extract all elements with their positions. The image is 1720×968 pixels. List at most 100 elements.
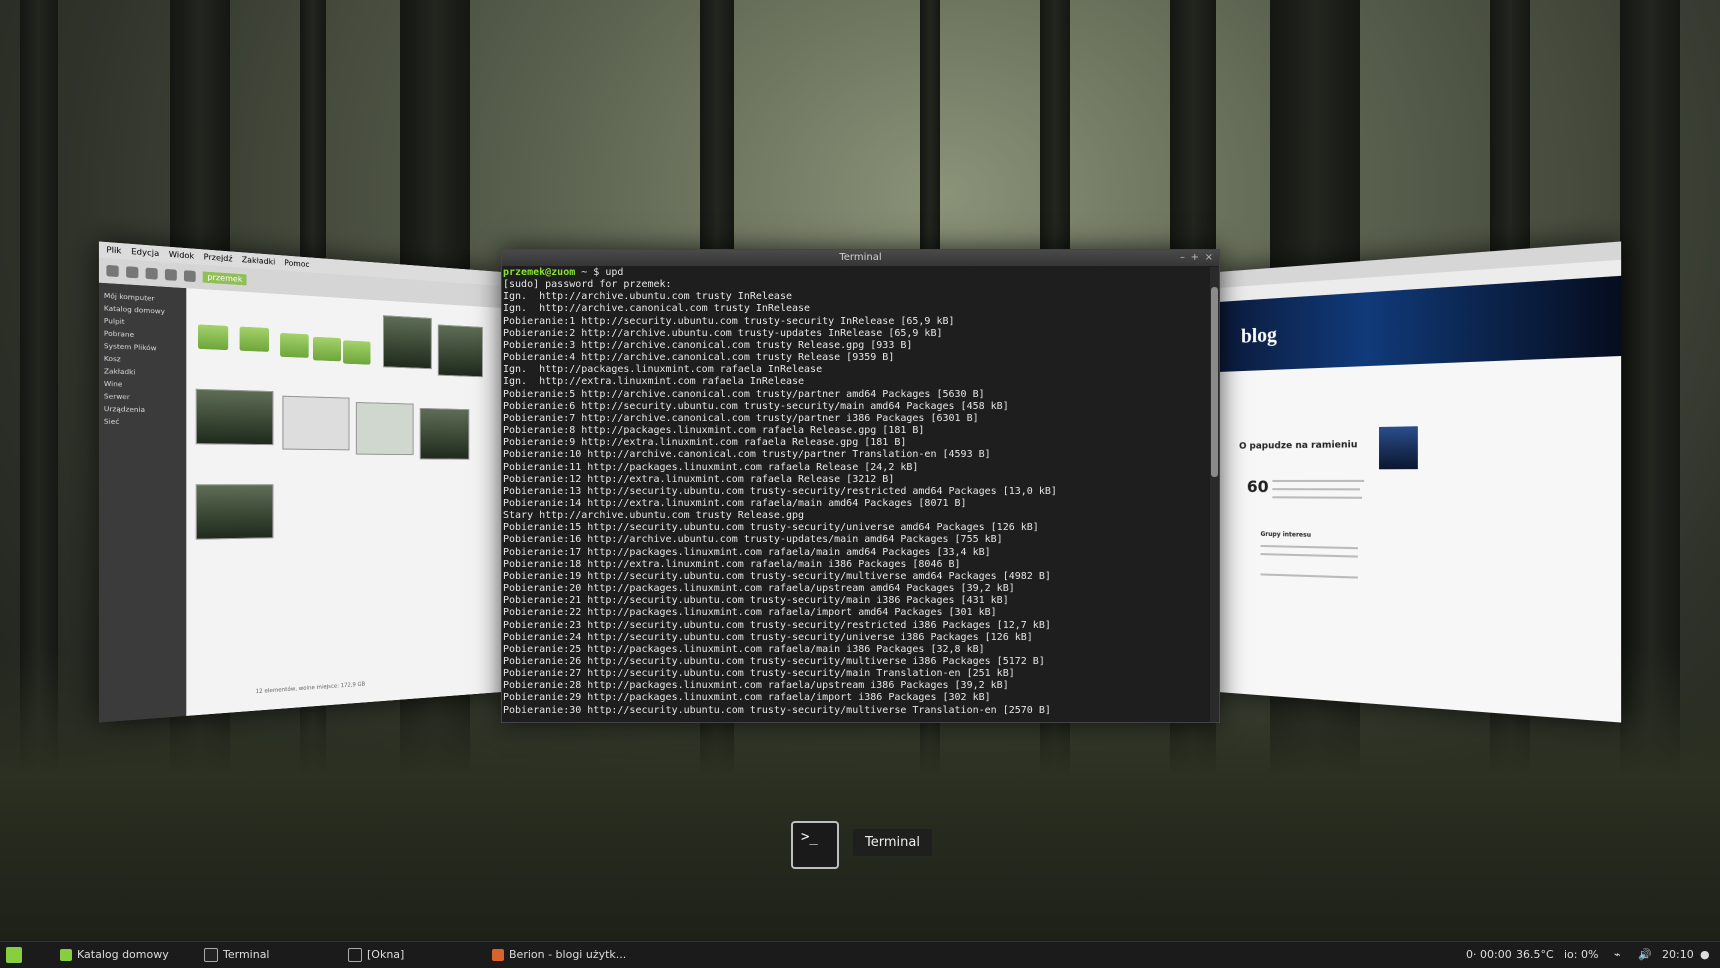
terminal-line: Pobieranie:16 http://archive.ubuntu.com … [503, 534, 1003, 546]
io-usage: io: 0% [1564, 948, 1599, 961]
fm-menu-item[interactable]: Edycja [131, 247, 159, 258]
switcher-label: Terminal [853, 829, 932, 856]
fm-menu-item[interactable]: Widok [169, 250, 194, 261]
taskbar-item-label: Terminal [223, 948, 270, 961]
prompt-command: ~ $ upd [575, 267, 624, 278]
fm-sidebar-item[interactable]: Serwer [104, 393, 182, 403]
taskbar-item-file-manager[interactable]: Katalog domowy [60, 942, 169, 968]
terminal-line: Pobieranie:21 http://security.ubuntu.com… [503, 595, 1009, 607]
folder-icon[interactable] [198, 324, 229, 351]
back-icon[interactable] [106, 264, 119, 278]
terminal-line: Pobieranie:3 http://archive.canonical.co… [503, 339, 913, 351]
terminal-output[interactable]: przemek@zuom ~ $ upd [sudo] password for… [502, 267, 1209, 722]
file-manager-window[interactable]: Plik Edycja Widok Przejdź Zakładki Pomoc prze… [98, 241, 502, 723]
cpu-temp: 36.5°C [1516, 948, 1554, 961]
terminal-line: [sudo] password for przemek: [503, 279, 672, 291]
fm-sidebar-item[interactable]: Pulpit [104, 317, 182, 329]
fm-sidebar-item[interactable]: Kosz [104, 355, 182, 366]
image-thumbnail[interactable] [355, 401, 414, 456]
network-icon[interactable]: ⌁ [1614, 942, 1621, 968]
prompt-user: przemek@zuom [503, 267, 576, 278]
browser-window[interactable]: blog O papudze na ramieniu 60 Grupy inte… [1218, 241, 1622, 723]
terminal-icon [204, 948, 218, 962]
taskbar-item-terminal[interactable]: Terminal [204, 942, 270, 968]
scrollbar-thumb[interactable] [1211, 287, 1218, 477]
terminal-line: Pobieranie:14 http://extra.linuxmint.com… [503, 497, 967, 509]
fm-menu-item[interactable]: Pomoc [284, 259, 309, 269]
image-thumbnail[interactable] [195, 484, 274, 540]
fm-sidebar-item[interactable]: Mój komputer [104, 292, 182, 304]
terminal-switch-icon[interactable]: >_ [791, 821, 839, 869]
terminal-titlebar[interactable]: Terminal – + × [502, 250, 1219, 266]
folder-icon[interactable] [239, 326, 269, 352]
maximize-icon[interactable]: + [1191, 250, 1199, 266]
fm-menu-item[interactable]: Przejdź [204, 253, 233, 264]
menu-button[interactable] [6, 942, 22, 968]
terminal-line: Ign. http://archive.canonical.com trusty… [503, 303, 811, 315]
minimize-icon[interactable]: – [1180, 250, 1185, 266]
blog-section-title: Grupy interesu [1260, 530, 1311, 539]
fm-sidebar-item[interactable]: Sieć [104, 418, 182, 427]
image-thumbnail[interactable] [195, 388, 274, 446]
terminal-line: Pobieranie:20 http://packages.linuxmint.… [503, 583, 1015, 595]
terminal-line: Pobieranie:6 http://security.ubuntu.com … [503, 400, 1009, 412]
terminal-line: Pobieranie:27 http://security.ubuntu.com… [503, 668, 1015, 680]
fm-sidebar-item[interactable]: Wine [104, 380, 182, 390]
close-icon[interactable]: × [1205, 250, 1213, 266]
terminal-line: Pobieranie:22 http://packages.linuxmint.… [503, 607, 997, 619]
terminal-line: Pobieranie:25 http://packages.linuxmint.… [503, 643, 985, 655]
fm-menu-item[interactable]: Zakładki [242, 256, 276, 267]
image-thumbnail[interactable] [419, 407, 470, 460]
terminal-line: Pobieranie:18 http://extra.linuxmint.com… [503, 558, 961, 570]
fm-sidebar-item[interactable]: Pobrane [104, 330, 182, 342]
blog-post-title[interactable]: O papudze na ramieniu [1239, 440, 1357, 452]
terminal-line: Pobieranie:2 http://archive.ubuntu.com t… [503, 327, 943, 339]
terminal-title: Terminal [839, 252, 882, 263]
fm-menu-item[interactable]: Plik [106, 245, 121, 255]
taskbar-item-label: Katalog domowy [77, 948, 169, 961]
taskbar-item-browser[interactable]: Berion - blogi użytk... [492, 942, 626, 968]
terminal-scrollbar[interactable] [1210, 267, 1219, 722]
taskbar-item-windows[interactable]: [Okna] [348, 942, 404, 968]
terminal-line: Ign. http://archive.ubuntu.com trusty In… [503, 291, 792, 303]
clock[interactable]: 20:10 [1662, 942, 1694, 968]
fm-location[interactable]: przemek [202, 271, 248, 286]
fm-statusbar: 12 elementów, wolne miejsce: 172,9 GB [255, 681, 366, 696]
terminal-line: Pobieranie:26 http://security.ubuntu.com… [503, 656, 1045, 667]
volume-icon[interactable]: 🔊 [1638, 942, 1652, 968]
taskbar: Katalog domowy Terminal [Okna] Berion - … [0, 941, 1720, 968]
folder-icon[interactable] [343, 340, 371, 365]
terminal-line: Pobieranie:19 http://security.ubuntu.com… [503, 570, 1051, 582]
user-icon[interactable]: ● [1700, 942, 1710, 968]
fm-sidebar-item[interactable]: Urządzenia [104, 405, 182, 415]
image-thumbnail[interactable] [437, 324, 483, 378]
terminal-line: Pobieranie:12 http://extra.linuxmint.com… [503, 473, 895, 485]
window-icon [348, 948, 362, 962]
terminal-line: Pobieranie:1 http://security.ubuntu.com … [503, 315, 955, 327]
terminal-window[interactable]: Terminal – + × przemek@zuom ~ $ upd [sud… [501, 249, 1220, 723]
image-thumbnail[interactable] [382, 315, 432, 370]
image-thumbnail[interactable] [282, 395, 350, 451]
home-icon[interactable] [183, 270, 196, 283]
up-icon[interactable] [145, 267, 158, 280]
terminal-line: Pobieranie:8 http://packages.linuxmint.c… [503, 425, 925, 437]
timer-readout: 0· 00:00 [1466, 948, 1512, 961]
terminal-line: Pobieranie:13 http://security.ubuntu.com… [503, 485, 1057, 497]
terminal-line: Pobieranie:29 http://packages.linuxmint.… [503, 692, 991, 704]
terminal-line: Pobieranie:4 http://archive.canonical.co… [503, 352, 895, 364]
reload-icon[interactable] [164, 268, 177, 281]
blog-logo-text[interactable]: blog [1241, 324, 1277, 349]
terminal-line: Pobieranie:15 http://security.ubuntu.com… [503, 522, 1039, 534]
fm-sidebar-item[interactable]: Katalog domowy [104, 305, 182, 317]
folder-icon[interactable] [313, 336, 341, 362]
fm-sidebar: Mój komputer Katalog domowy Pulpit Pobrane S… [98, 282, 187, 723]
terminal-line: Pobieranie:23 http://security.ubuntu.com… [503, 619, 1051, 631]
fm-sidebar-item[interactable]: System Plików [104, 342, 182, 353]
folder-icon[interactable] [280, 332, 309, 358]
avatar [1379, 426, 1418, 470]
terminal-line: Pobieranie:17 http://packages.linuxmint.… [503, 546, 991, 558]
terminal-line: Pobieranie:28 http://packages.linuxmint.… [503, 680, 1009, 692]
terminal-line: Stary http://archive.ubuntu.com trusty R… [503, 510, 805, 522]
forward-icon[interactable] [126, 266, 139, 279]
fm-sidebar-item[interactable]: Zakładki [104, 368, 182, 379]
